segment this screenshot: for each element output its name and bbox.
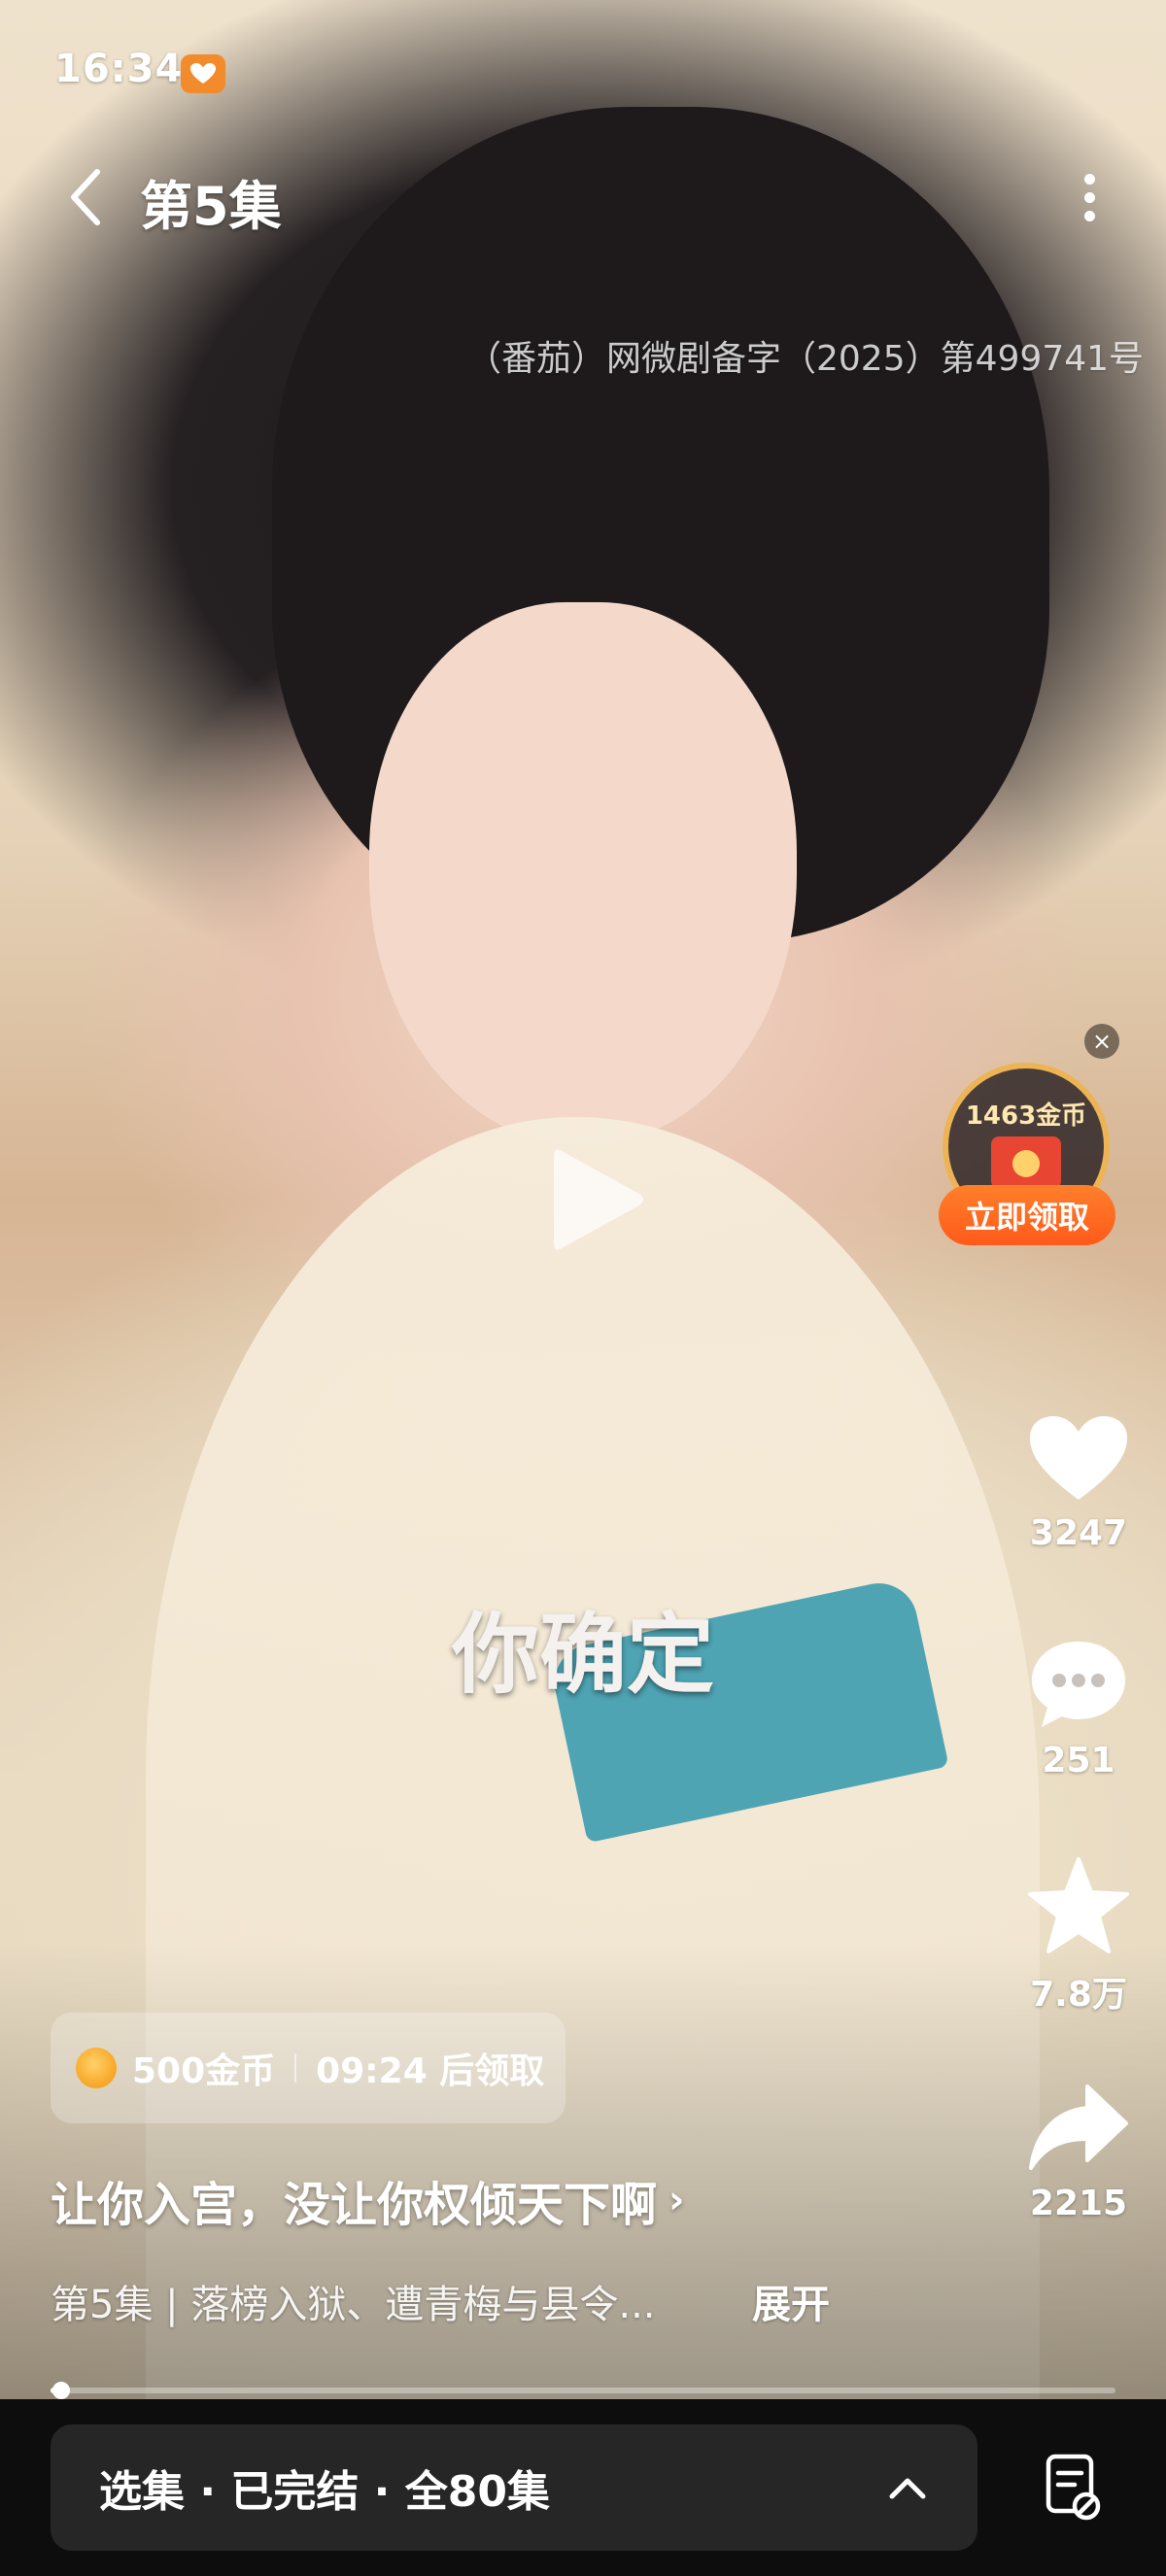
episode-title: 第5集 [140, 176, 282, 237]
back-button[interactable] [56, 163, 115, 231]
divider [294, 2053, 297, 2083]
video-player-screen: 16:34 第5集 （番茄）网微剧备字（2025）第499741号 × 1463… [0, 0, 1166, 2576]
drama-title-link[interactable]: 让你入宫，没让你权倾天下啊 › [51, 2166, 685, 2234]
license-text: （番茄）网微剧备字（2025）第499741号 [466, 339, 1145, 379]
episode-selector-button[interactable]: 选集 · 已完结 · 全80集 [51, 2424, 977, 2551]
coin-amount: 1463金币 [965, 1102, 1087, 1131]
heart-badge-icon [181, 54, 225, 93]
coin-timer-pill[interactable]: 500金币 09:24 后领取 [51, 2013, 566, 2123]
like-button[interactable]: 3247 [1011, 1414, 1147, 1553]
chevron-left-icon [71, 169, 100, 225]
coin-icon [76, 2048, 117, 2088]
coin-timer-amount: 500金币 [132, 2051, 276, 2091]
progress-bar[interactable] [51, 2388, 1115, 2393]
episode-description: 第5集 | 落榜入狱、遭青梅与县令... [51, 2283, 656, 2327]
status-time: 16:34 [54, 47, 184, 91]
video-subtitle: 你确定 [452, 1604, 714, 1706]
claim-coins-button[interactable]: 立即领取 [939, 1185, 1115, 1245]
progress-handle[interactable] [52, 2382, 70, 2399]
like-count: 3247 [1029, 1513, 1128, 1553]
chevron-right-icon: › [669, 2178, 685, 2222]
episode-selector-text: 选集 · 已完结 · 全80集 [99, 2467, 550, 2517]
share-count: 2215 [1029, 2184, 1128, 2223]
video-figure-face [369, 602, 797, 1146]
drama-title: 让你入宫，没让你权倾天下啊 [51, 2178, 658, 2232]
favorite-count: 7.8万 [1030, 1975, 1127, 2015]
expand-button[interactable]: 展开 [752, 2273, 830, 2329]
more-vertical-icon [1083, 173, 1095, 185]
coin-timer-countdown: 09:24 后领取 [316, 2051, 545, 2091]
play-icon[interactable] [544, 1141, 651, 1258]
share-button[interactable]: 2215 [1011, 2081, 1147, 2223]
favorite-button[interactable]: 7.8万 [1011, 1855, 1147, 2017]
comment-count: 251 [1042, 1741, 1115, 1780]
share-icon [1029, 2085, 1128, 2170]
heart-icon [1030, 1416, 1127, 1500]
more-options-button[interactable] [1067, 163, 1112, 231]
star-icon [1028, 1857, 1129, 1953]
chevron-up-icon [889, 2478, 926, 2499]
episode-list-icon[interactable] [1044, 2452, 1102, 2522]
close-icon[interactable]: × [1084, 1024, 1119, 1059]
red-envelope-icon [991, 1136, 1061, 1189]
